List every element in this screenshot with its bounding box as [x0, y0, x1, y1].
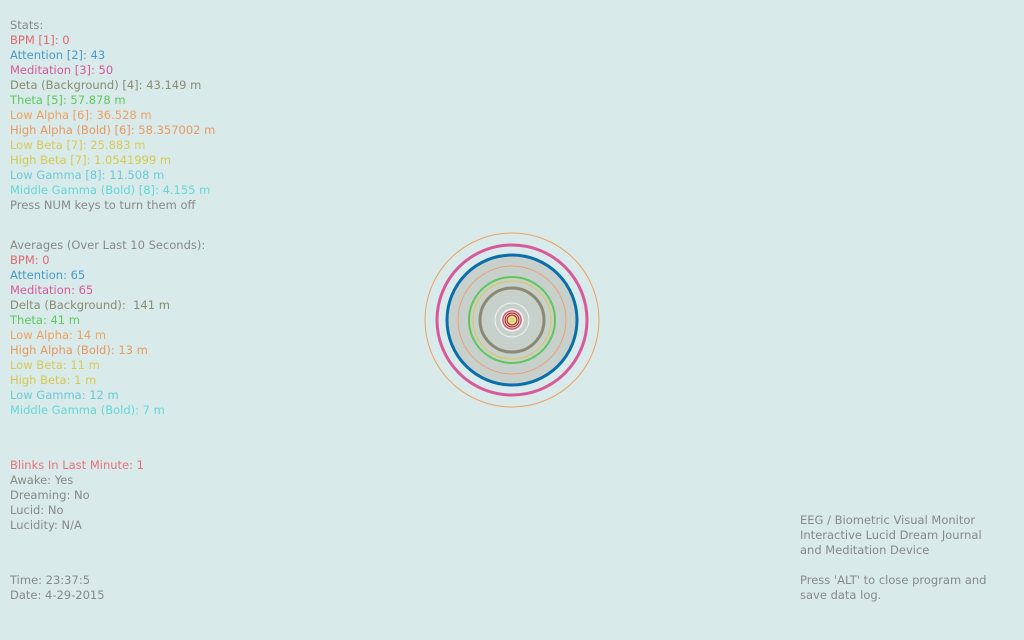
averages-meditation: Meditation: 65: [10, 283, 94, 297]
awake-status: Awake: Yes: [10, 473, 74, 487]
bpm-ring-inner: [506, 314, 518, 326]
stats-low-beta: Low Beta [7]: 25.883 m: [10, 138, 146, 152]
close-instruction-line1: Press 'ALT' to close program and: [800, 573, 987, 587]
current-time: Time: 23:37:5: [10, 573, 91, 587]
stats-bpm: BPM [1]: 0: [10, 33, 70, 47]
stats-high-alpha: High Alpha (Bold) [6]: 58.357002 m: [10, 123, 216, 137]
app-title-line2: Interactive Lucid Dream Journal: [800, 528, 982, 542]
averages-bpm: BPM: 0: [10, 253, 50, 267]
stats-middle-gamma: Middle Gamma (Bold) [8]: 4.155 m: [10, 183, 211, 197]
stats-low-alpha: Low Alpha [6]: 36.528 m: [10, 108, 152, 122]
averages-high-beta: High Beta: 1 m: [10, 373, 97, 387]
dreaming-status: Dreaming: No: [10, 488, 90, 502]
current-date: Date: 4-29-2015: [10, 588, 105, 602]
averages-panel: Averages (Over Last 10 Seconds): BPM: 0 …: [10, 238, 205, 418]
averages-low-beta: Low Beta: 11 m: [10, 358, 100, 372]
stats-theta: Theta [5]: 57.878 m: [10, 93, 126, 107]
averages-low-alpha: Low Alpha: 14 m: [10, 328, 107, 342]
blinks-count: Blinks In Last Minute: 1: [10, 458, 144, 472]
averages-middle-gamma: Middle Gamma (Bold): 7 m: [10, 403, 165, 417]
stats-attention: Attention [2]: 43: [10, 48, 106, 62]
stats-meditation: Meditation [3]: 50: [10, 63, 114, 77]
stats-low-gamma: Low Gamma [8]: 11.508 m: [10, 168, 165, 182]
averages-high-alpha: High Alpha (Bold): 13 m: [10, 343, 148, 357]
averages-attention: Attention: 65: [10, 268, 86, 282]
stats-hint: Press NUM keys to turn them off: [10, 198, 196, 212]
close-instruction-line2: save data log.: [800, 588, 882, 602]
averages-low-gamma: Low Gamma: 12 m: [10, 388, 119, 402]
stats-delta: Deta (Background) [4]: 43.149 m: [10, 78, 202, 92]
stats-panel: Stats: BPM [1]: 0 Attention [2]: 43 Medi…: [10, 18, 215, 213]
averages-delta: Delta (Background): 141 m: [10, 298, 170, 312]
stats-title: Stats:: [10, 18, 44, 32]
lucidity-status: Lucidity: N/A: [10, 518, 82, 532]
state-panel: Blinks In Last Minute: 1 Awake: Yes Drea…: [10, 458, 144, 533]
time-panel: Time: 23:37:5 Date: 4-29-2015: [10, 573, 105, 603]
averages-theta: Theta: 41 m: [10, 313, 80, 327]
stats-high-beta: High Beta [7]: 1.0541999 m: [10, 153, 172, 167]
app-title-line1: EEG / Biometric Visual Monitor: [800, 513, 976, 527]
averages-title: Averages (Over Last 10 Seconds):: [10, 238, 206, 252]
info-panel: EEG / Biometric Visual Monitor Interacti…: [800, 513, 986, 603]
app-title-line3: and Meditation Device: [800, 543, 930, 557]
lucid-status: Lucid: No: [10, 503, 64, 517]
